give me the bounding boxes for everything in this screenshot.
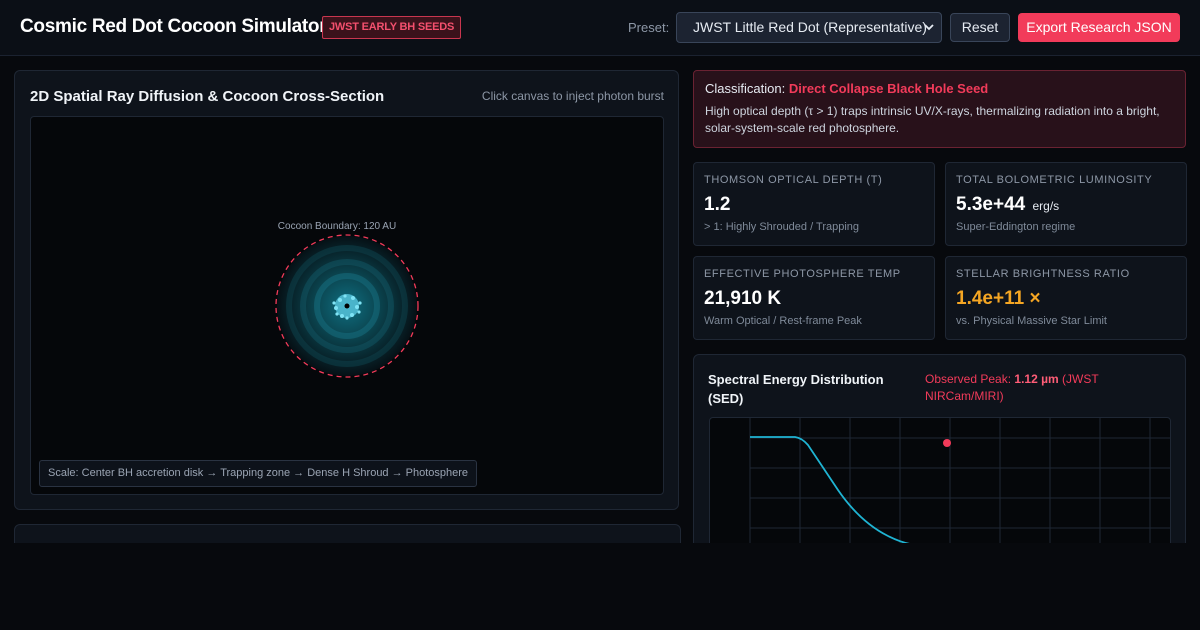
reset-button[interactable]: Reset (950, 13, 1010, 42)
diffusion-panel-title: 2D Spatial Ray Diffusion & Cocoon Cross-… (30, 88, 385, 105)
metric-value-text: 1.2 (704, 194, 731, 215)
metric-label: STELLAR BRIGHTNESS RATIO (956, 268, 1130, 280)
canvas-hint: Click canvas to inject photon burst (481, 89, 664, 103)
metric-value-text: 21,910 K (704, 288, 782, 309)
metric-value: 1.2 (704, 194, 924, 216)
metric-label: THOMSON OPTICAL DEPTH (Τ) (704, 174, 883, 186)
sed-peak-marker (943, 439, 951, 447)
metric-label: TOTAL BOLOMETRIC LUMINOSITY (956, 174, 1153, 186)
metric-unit: erg/s (1032, 199, 1060, 213)
page-background (0, 543, 1200, 630)
cocoon-boundary-label: Cocoon Boundary: 120 AU (278, 221, 396, 232)
metric-value-text: 5.3e+44 (956, 194, 1026, 215)
metric-subtitle: > 1: Highly Shrouded / Trapping (704, 221, 860, 233)
metric-card-photosphere-temp: EFFECTIVE PHOTOSPHERE TEMP 21,910 K Warm… (693, 256, 935, 340)
preset-select[interactable]: JWST Little Red Dot (Representative) (676, 12, 942, 43)
chevron-down-icon (923, 13, 935, 54)
jwst-badge: JWST EARLY BH SEEDS (322, 16, 462, 39)
metric-value-text: 1.4e+11 × (956, 288, 1041, 309)
diffusion-panel: 2D Spatial Ray Diffusion & Cocoon Cross-… (14, 70, 679, 510)
metric-card-brightness-ratio: STELLAR BRIGHTNESS RATIO 1.4e+11 × vs. P… (945, 256, 1187, 340)
metric-subtitle: vs. Physical Massive Star Limit (956, 315, 1107, 327)
metric-label: EFFECTIVE PHOTOSPHERE TEMP (704, 268, 901, 280)
metric-value: 21,910 K (704, 288, 924, 310)
diffusion-canvas[interactable]: Cocoon Boundary: 120 AU Scale: Center BH… (30, 116, 664, 495)
export-research-json-button[interactable]: Export Research JSON (1018, 13, 1180, 42)
metric-value: 5.3e+44 erg/s (956, 194, 1176, 216)
sed-peak-prefix: Observed Peak: (925, 372, 1012, 386)
top-bar: Cosmic Red Dot Cocoon Simulator JWST EAR… (0, 0, 1200, 56)
preset-selected-value: JWST Little Red Dot (Representative) (693, 19, 927, 35)
scale-note: Scale: Center BH accretion disk → Trappi… (39, 460, 478, 487)
sed-peak-value: 1.12 µm (1014, 372, 1059, 386)
classification-box: Classification: Direct Collapse Black Ho… (693, 70, 1186, 148)
sed-title: Spectral Energy Distribution (SED) (708, 372, 884, 406)
metric-subtitle: Super-Eddington regime (956, 221, 1076, 233)
classification-prefix: Classification: (705, 81, 786, 96)
classification-value: Direct Collapse Black Hole Seed (788, 81, 989, 96)
metric-card-luminosity: TOTAL BOLOMETRIC LUMINOSITY 5.3e+44 erg/… (945, 162, 1187, 246)
metric-card-optical-depth: THOMSON OPTICAL DEPTH (Τ) 1.2 > 1: Highl… (693, 162, 935, 246)
sed-observed-peak: Observed Peak: 1.12 µm (JWST NIRCam/MIRI… (925, 371, 1165, 405)
cocoon-cross-section: Cocoon Boundary: 120 AU (275, 221, 419, 378)
classification-description: High optical depth (τ > 1) traps intrins… (705, 104, 1160, 135)
black-hole-core (344, 303, 350, 309)
metric-subtitle: Warm Optical / Rest-frame Peak (704, 315, 862, 327)
metric-value: 1.4e+11 × (956, 288, 1176, 310)
classification-line: Classification: Direct Collapse Black Ho… (705, 81, 1174, 96)
app-title: Cosmic Red Dot Cocoon Simulator (20, 16, 327, 37)
preset-label: Preset: (628, 20, 670, 35)
